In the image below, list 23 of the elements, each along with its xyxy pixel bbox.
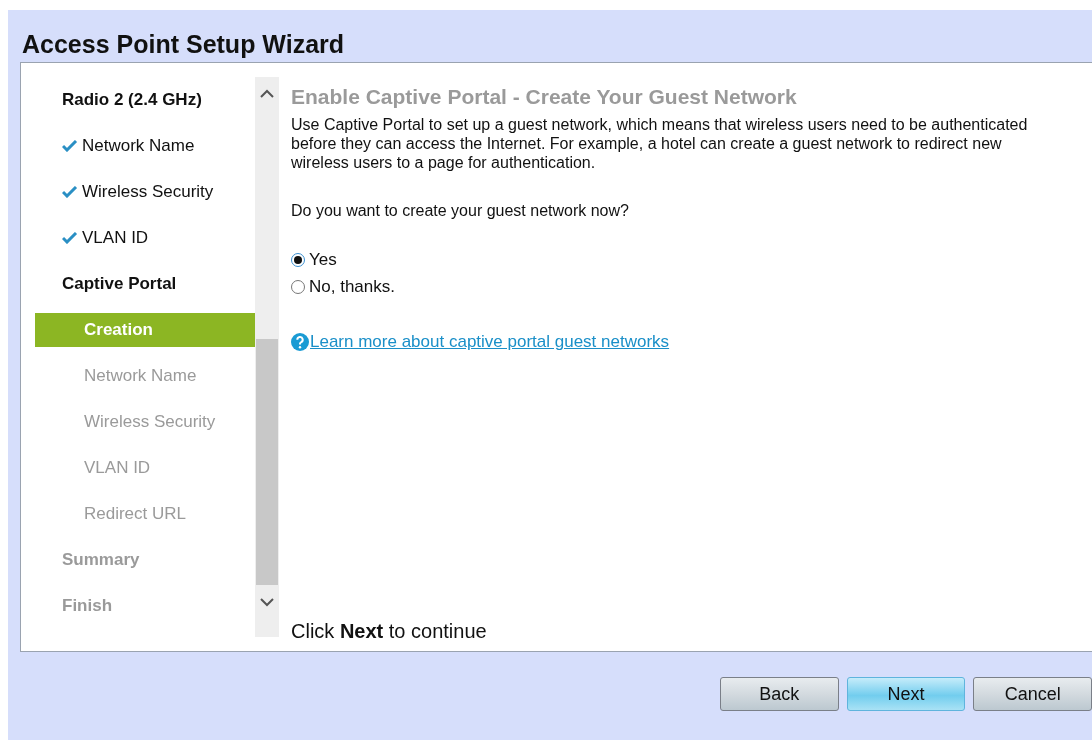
scrollbar[interactable] [255,77,279,637]
option-label: Yes [309,250,337,270]
question-text: Do you want to create your guest network now? [291,202,630,220]
section-heading: Enable Captive Portal - Create Your Guest Network [291,85,798,109]
radio-button[interactable] [291,280,305,294]
wizard-button[interactable]: Back [720,677,839,711]
help-icon [291,333,309,351]
wizard-button[interactable]: Cancel [973,677,1092,711]
scrollbar-thumb[interactable] [256,339,278,585]
option-label: No, thanks. [309,277,395,297]
wizard-button[interactable]: Next [846,677,966,711]
window-title: Access Point Setup Wizard [21,29,346,60]
radio-button[interactable] [291,253,305,267]
step-heading[interactable]: Radio 2 (2.4 GHz) [35,77,255,123]
step-item[interactable]: Network Name [82,136,195,156]
help-link[interactable]: Learn more about captive portal guest networks [310,332,670,352]
chevron-up-icon[interactable] [260,89,274,99]
step-item[interactable]: Wireless Security [82,182,214,202]
step-item[interactable]: VLAN ID [82,228,149,248]
step-heading[interactable]: Captive Portal [35,261,255,307]
footer-text: Click Next to continue [291,620,488,643]
chevron-down-icon[interactable] [260,597,274,607]
description-text: Use Captive Portal to set up a guest network, which means that wireless users need to be authenticated before they can access the Internet. For example, a hotel can create a guest network to redirect new wireless users to a page for authentication. [291,115,1029,172]
